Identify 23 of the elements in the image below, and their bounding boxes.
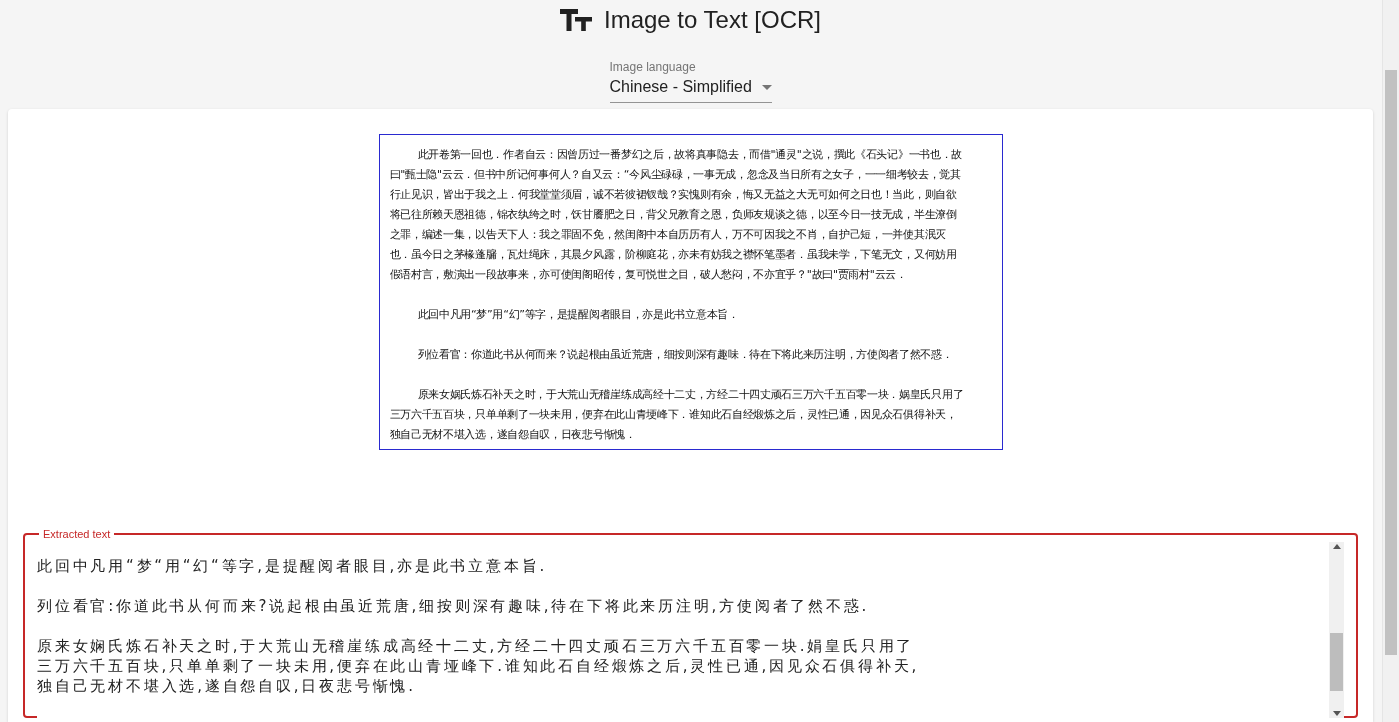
document-line: 独自己无材不堪入选，遂自怨自叹，日夜悲号惭愧． xyxy=(389,427,636,443)
page-scrollbar[interactable] xyxy=(1382,0,1399,722)
field-label: Image language xyxy=(609,60,696,74)
document-line: 此开卷第一回也．作者自云：因曾历过一番梦幻之后，故将真事隐去，而借"通灵"之说，撰此《石头记》一书也．故 xyxy=(417,147,963,163)
app-title: Image to Text [OCR] xyxy=(604,6,821,34)
document-line: 三万六千五百块，只单单剩了一块未用，便弃在此山青埂峰下．谁知此石自经煅炼之后，灵性已通，因见众石俱得补天， xyxy=(389,407,957,423)
scroll-up-icon[interactable] xyxy=(1332,544,1341,549)
scrollbar[interactable] xyxy=(1329,542,1344,718)
document-line: 行止见识，皆出于我之上．何我堂堂须眉，诚不若彼裙钗哉？实愧则有余，悔又无益之大无可如何之日也！当此，则自欲 xyxy=(389,187,957,203)
extracted-text-area[interactable]: Extracted text 此回中凡用“梦“用“幻“等字,是提醒阅者眼目,亦是此书立意本旨. 列位看官:你道此书从何而来?说起根由虽近荒唐,细按则深有趣味,待在下将此来历注明,方使阅者了然不惑. 原来女娴氏炼石补天之时,于大荒山无稽崖练成高经十二丈,方经二十四丈顽石三万六千五百零一块.娟皇氏只用了 三万六千五百块,只单单剩了一块未用,便弃在此山青垭峰下.谁知此石自经煅炼之后,灵性已通,因见众石俱得补天, 独自己无材不堪入选,遂自怨自叹,日夜悲号惭愧. xyxy=(23,528,1358,718)
document-line: 假语村言，敷演出一段故事来，亦可使闺阁昭传，复可悦世之目，破人愁闷，不亦宜乎？"故曰"贾雨村"云云． xyxy=(389,267,907,283)
document-line: 列位看官：你道此书从何而来？说起根由虽近荒唐，细按则深有趣味．待在下将此来历注明，方使阅者了然不惑． xyxy=(417,347,953,363)
document-line: 原来女娲氏炼石补天之时，于大荒山无稽崖练成高经十二丈，方经二十四丈顽石三万六千五百零一块．娲皇氏只用了 xyxy=(417,387,964,403)
document-line: 之罪，编述一集，以告天下人：我之罪固不免，然闺阁中本自历历有人，万不可因我之不肖，自护己短，一并使其泯灭 xyxy=(389,227,946,243)
language-select[interactable]: Chinese - Simplified xyxy=(609,74,772,103)
document-line: 此回中凡用“梦”用“幻”等字，是提醒阅者眼目，亦是此书立意本旨． xyxy=(417,307,739,323)
document-line: 也．虽今日之茅椽蓬牖，瓦灶绳床，其晨夕风露，阶柳庭花，亦未有妨我之襟怀笔墨者．虽我未学，下笔无文，又何妨用 xyxy=(389,247,957,263)
scroll-down-icon[interactable] xyxy=(1332,711,1341,716)
document-line: 将已往所赖天恩祖德，锦衣纨绔之时，饫甘餍肥之日，背父兄教育之恩，负师友规谈之德，以至今日一技无成，半生潦倒 xyxy=(389,207,957,223)
field-label: Extracted text xyxy=(42,528,112,540)
text-size-icon xyxy=(560,8,592,32)
dropdown-caret-icon xyxy=(761,84,772,90)
document-line: 曰"甄士隐"云云．但书中所记何事何人？自又云：“今风尘碌碌，一事无成，忽念及当日所有之女子，一一细考较去，觉其 xyxy=(389,167,961,183)
